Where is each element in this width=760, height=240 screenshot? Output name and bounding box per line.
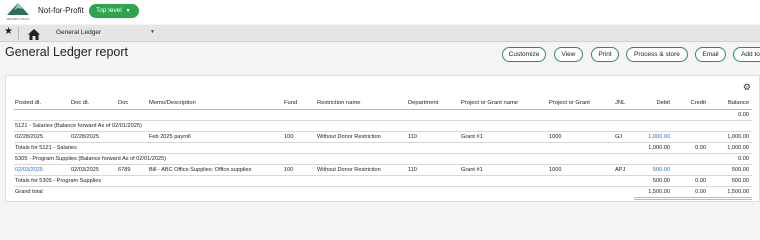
balance-total: 500.00 bbox=[731, 178, 749, 184]
totals-label: Totals for 5305 - Program Supplies bbox=[15, 178, 102, 184]
nav-module-title[interactable]: General Ledger bbox=[56, 29, 101, 36]
totals-label: Totals for 5121 - Salaries bbox=[15, 145, 77, 151]
col-memo[interactable]: Memo/Description bbox=[149, 100, 196, 106]
department: 110 bbox=[408, 134, 417, 140]
email-button[interactable]: Email bbox=[695, 47, 726, 62]
row-divider bbox=[14, 164, 752, 165]
restriction: Without Donor Restriction bbox=[317, 134, 381, 140]
credit-grand-total: 0.00 bbox=[695, 189, 706, 195]
col-grant[interactable]: Project or Grant bbox=[549, 100, 590, 106]
col-doc[interactable]: Doc bbox=[118, 100, 128, 106]
debit-total: 1,000.00 bbox=[648, 145, 670, 151]
restriction: Without Donor Restriction bbox=[317, 167, 381, 173]
col-grant-name[interactable]: Project or Grant name bbox=[461, 100, 518, 106]
grand-total-underline bbox=[634, 199, 752, 200]
account-group-label: 5121 - Salaries (Balance forward As of 0… bbox=[15, 123, 142, 129]
account-group-label: 5305 - Program Supplies (Balance forward… bbox=[15, 156, 167, 162]
chevron-down-icon: ▼ bbox=[125, 8, 131, 14]
col-doc-date[interactable]: Doc dt. bbox=[71, 100, 89, 106]
fund: 100 bbox=[284, 167, 294, 173]
balance-value: 500.00 bbox=[731, 167, 749, 173]
view-button[interactable]: View bbox=[554, 47, 583, 62]
entity-level-button[interactable]: Top level ▼ bbox=[89, 4, 139, 18]
grant: 1000 bbox=[549, 167, 562, 173]
doc-date: 02/03/2025 bbox=[71, 167, 99, 173]
col-debit[interactable]: Debit bbox=[634, 100, 670, 106]
col-credit[interactable]: Credit bbox=[672, 100, 706, 106]
balance-total: 1,000.00 bbox=[727, 145, 749, 151]
balance-value: 0.00 bbox=[738, 112, 749, 118]
doc-number: 6789 bbox=[118, 167, 131, 173]
debit-link[interactable]: 500.00 bbox=[634, 167, 670, 173]
home-icon[interactable] bbox=[28, 27, 40, 40]
row-divider bbox=[14, 186, 752, 187]
row-divider bbox=[14, 131, 752, 132]
debit-total: 500.00 bbox=[652, 178, 670, 184]
posted-date: 02/28/2025 bbox=[15, 134, 43, 140]
col-restriction[interactable]: Restriction name bbox=[317, 100, 361, 106]
jnl: APJ bbox=[615, 167, 626, 173]
nav-bar: ★ General Ledger ▼ bbox=[0, 25, 760, 42]
doc-date: 02/28/2025 bbox=[71, 134, 99, 140]
favorite-star-icon[interactable]: ★ bbox=[4, 26, 13, 37]
grand-total-underline bbox=[634, 197, 752, 198]
col-posted-date[interactable]: Posted dt. bbox=[15, 100, 41, 106]
top-bar: MINDEN PEAK Not-for-Profit Top level ▼ bbox=[0, 0, 760, 24]
header-divider bbox=[14, 109, 752, 110]
row-divider bbox=[14, 120, 752, 121]
debit-grand-total: 1,500.00 bbox=[648, 189, 670, 195]
row-divider bbox=[14, 175, 752, 176]
col-jnl[interactable]: JNL bbox=[615, 100, 625, 106]
posted-date-link[interactable]: 02/03/2025 bbox=[15, 167, 43, 173]
add-to-button[interactable]: Add to bbox=[733, 47, 760, 62]
company-name[interactable]: Not-for-Profit bbox=[38, 6, 84, 15]
customize-button[interactable]: Customize bbox=[502, 47, 546, 62]
row-divider bbox=[14, 153, 752, 154]
page-title: General Ledger report bbox=[5, 45, 128, 59]
gear-icon[interactable]: ⚙ bbox=[743, 82, 751, 93]
process-store-button[interactable]: Process & store bbox=[626, 47, 688, 62]
balance-grand-total: 1,500.00 bbox=[727, 189, 749, 195]
jnl: GJ bbox=[615, 134, 623, 140]
credit-total: 0.00 bbox=[695, 178, 706, 184]
fund: 100 bbox=[284, 134, 294, 140]
col-balance[interactable]: Balance bbox=[712, 100, 749, 106]
col-fund[interactable]: Fund bbox=[284, 100, 297, 106]
balance-value: 1,000.00 bbox=[727, 134, 749, 140]
grand-total-label: Grand total bbox=[15, 189, 43, 195]
print-button[interactable]: Print bbox=[591, 47, 619, 62]
report-card: ⚙ Posted dt. Doc dt. Doc Memo/Descriptio… bbox=[5, 75, 760, 202]
grant: 1000 bbox=[549, 134, 562, 140]
memo: Feb 2025 payroll bbox=[149, 134, 191, 140]
balance-value: 0.00 bbox=[738, 156, 749, 162]
col-department[interactable]: Department bbox=[408, 100, 438, 106]
row-divider bbox=[14, 142, 752, 143]
grant-name: Grant #1 bbox=[461, 167, 483, 173]
level-label: Top level bbox=[96, 7, 122, 14]
chevron-down-icon[interactable]: ▼ bbox=[150, 29, 155, 35]
nav-divider bbox=[18, 27, 19, 40]
debit-link[interactable]: 1,000.00 bbox=[634, 134, 670, 140]
grant-name: Grant #1 bbox=[461, 134, 483, 140]
logo-text: MINDEN PEAK bbox=[6, 17, 30, 21]
memo: Bill - ABC Office Supplies: Office suppl… bbox=[149, 167, 252, 173]
credit-total: 0.00 bbox=[695, 145, 706, 151]
department: 110 bbox=[408, 167, 417, 173]
